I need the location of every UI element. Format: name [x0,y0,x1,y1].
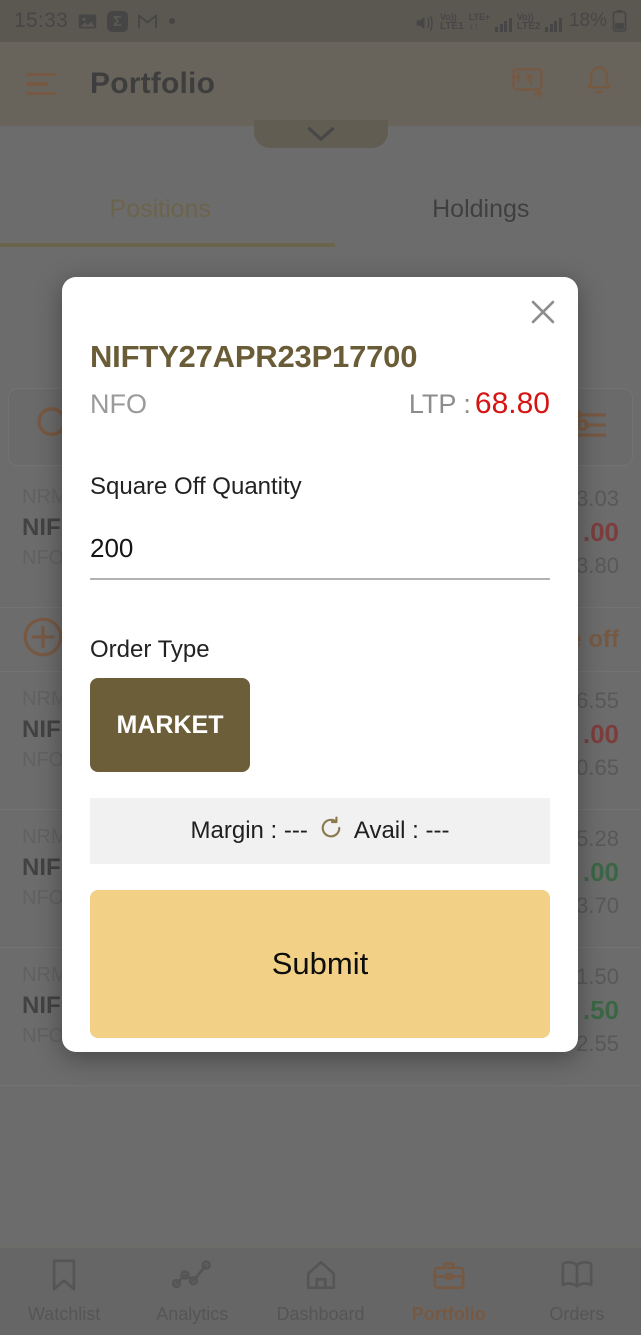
quantity-field: Square Off Quantity 200 [90,473,550,580]
avail-label: Avail : --- [353,817,450,844]
ltp-label: LTP : [408,389,471,419]
close-icon[interactable] [526,295,560,329]
dialog-body: NIFTY27APR23P17700 NFO LTP :68.80 Square… [76,339,564,1038]
quantity-input[interactable]: 200 [90,533,550,564]
refresh-icon[interactable] [318,815,344,848]
instrument-symbol: NIFTY27APR23P17700 [90,339,418,374]
quantity-label: Square Off Quantity [90,473,302,500]
dialog-header [76,277,564,329]
order-type-market-button[interactable]: MARKET [90,678,250,772]
margin-info-bar: Margin : --- Avail : --- [90,798,550,864]
submit-button[interactable]: Submit [90,890,550,1038]
ltp-value: 68.80 [474,387,550,420]
instrument-exchange: NFO [90,389,147,419]
quantity-underline [90,578,550,580]
order-type-label: Order Type [90,636,210,663]
instrument-meta-row: NFO LTP :68.80 [90,387,550,421]
margin-label: Margin : --- [190,817,308,844]
app-screen: 15:33 Σ Vo)) LTE1 LTE+ [0,0,641,1335]
square-off-dialog: NIFTY27APR23P17700 NFO LTP :68.80 Square… [62,277,578,1052]
ltp-row: LTP :68.80 [409,387,550,421]
order-type-field: Order Type MARKET [90,636,550,772]
